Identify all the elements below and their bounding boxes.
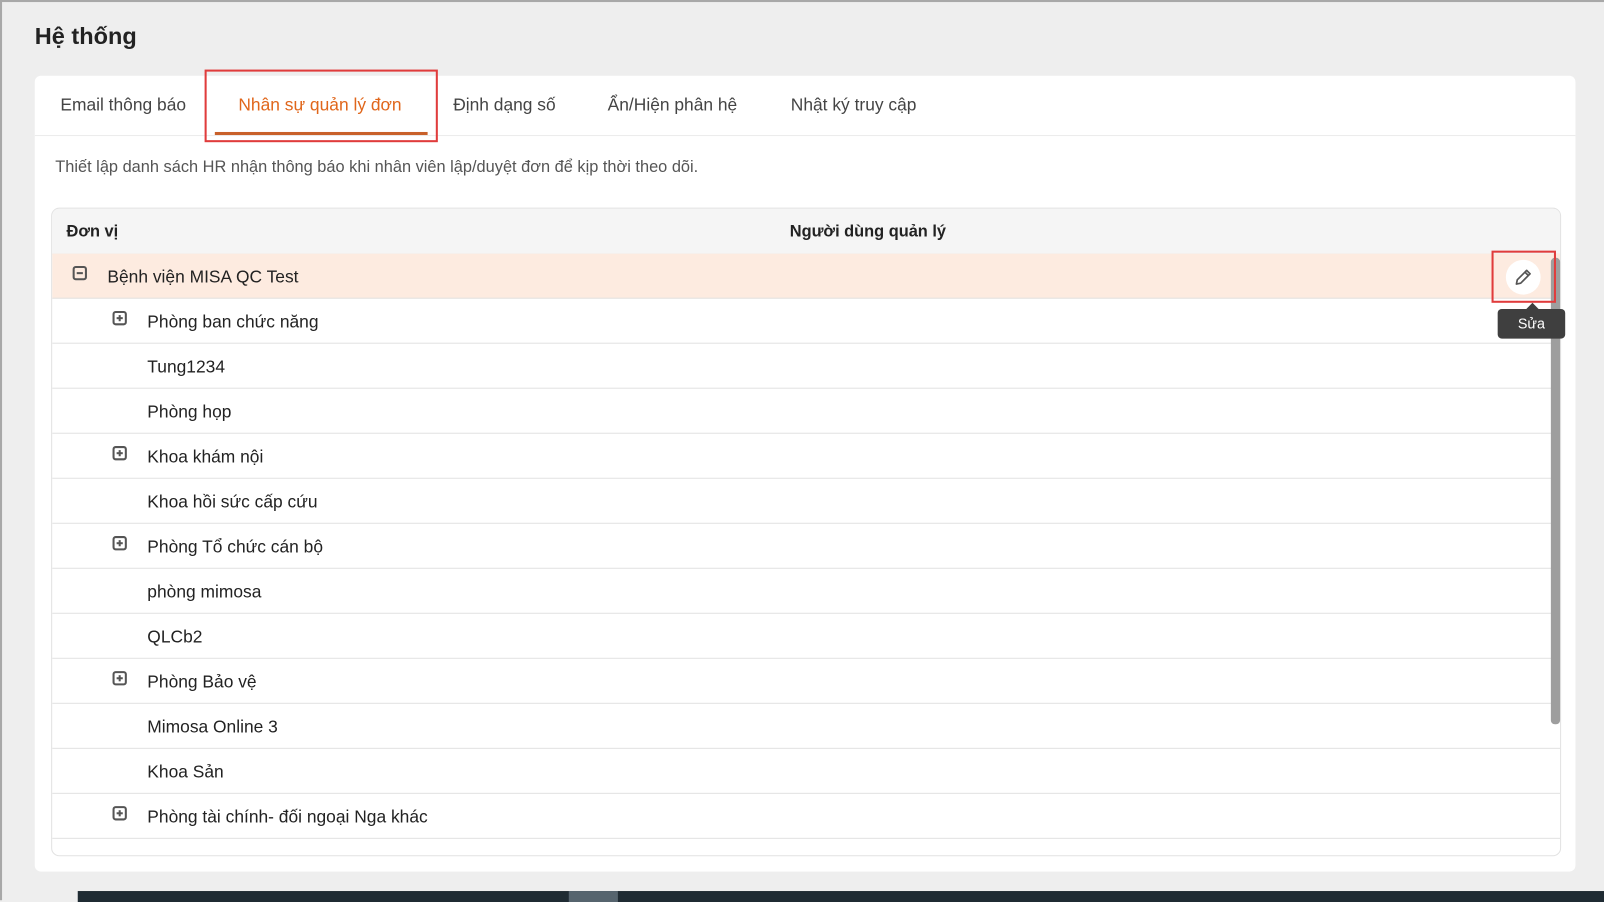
expand-icon[interactable] [112,806,127,821]
unit-name: phòng mimosa [147,582,262,602]
edit-highlight-box [1491,250,1556,303]
unit-name: Phòng Bảo vệ [147,672,257,692]
unit-name: Phòng tài chính- đối ngoại Nga khác [147,807,428,827]
table-row[interactable]: Tung1234 [52,344,1561,389]
table-row[interactable]: QLCb2 [52,614,1561,659]
unit-name: Phòng họp [147,402,232,422]
taskbar-item[interactable] [568,891,618,902]
unit-name: Mimosa Online 3 [147,717,278,737]
unit-table: Đơn vị Người dùng quản lý Bệnh viện MISA… [51,207,1562,857]
table-row[interactable]: Phòng ban chức năng [52,299,1561,344]
unit-name: Khoa Sản [147,762,224,782]
table-row[interactable]: Bệnh viện MISA QC Test [52,253,1561,299]
expand-icon[interactable] [112,671,127,686]
table-row[interactable]: Phòng tài chính- đối ngoại Nga khác [52,794,1561,839]
tab-access-log[interactable]: Nhật ký truy cập [791,95,917,115]
table-row[interactable]: Phòng Tổ chức cán bộ [52,524,1561,569]
expand-icon[interactable] [112,536,127,551]
tab-highlight-box [204,69,438,143]
unit-name: Bệnh viện MISA QC Test [107,267,299,287]
taskbar [77,891,1604,902]
unit-name: Tung1234 [147,357,225,377]
unit-name: Khoa hồi sức cấp cứu [147,492,318,512]
page-title: Hệ thống [34,22,137,50]
tab-show-hide-modules[interactable]: Ẩn/Hiện phân hệ [608,95,738,115]
unit-name: QLCb2 [147,627,203,647]
table-row[interactable]: Khoa Sản [52,749,1561,794]
settings-card: Email thông báo Nhân sự quản lý đơn Định… [34,75,1576,872]
unit-name: Phòng ban chức năng [147,312,319,332]
edit-tooltip: Sửa [1497,302,1566,339]
column-unit: Đơn vị [66,223,119,241]
table-row[interactable]: Phòng Bảo vệ [52,659,1561,704]
system-settings-page: Hệ thống Email thông báo Nhân sự quản lý… [0,0,1604,902]
expand-icon[interactable] [112,446,127,461]
collapse-icon[interactable] [72,265,87,281]
tab-email-notification[interactable]: Email thông báo [60,95,186,115]
table-header: Đơn vị Người dùng quản lý [52,208,1561,255]
table-row[interactable]: Khoa hồi sức cấp cứu [52,479,1561,524]
table-row[interactable]: Phòng họp [52,389,1561,434]
expand-icon[interactable] [112,310,127,326]
tab-number-format[interactable]: Định dạng số [453,95,555,115]
table-row[interactable]: phòng mimosa [52,569,1561,614]
table-row[interactable]: Mimosa Online 3 [52,704,1561,749]
unit-name: Khoa khám nội [147,447,264,467]
column-managers: Người dùng quản lý [789,223,947,241]
unit-name: Phòng Tổ chức cán bộ [147,537,324,557]
table-row[interactable]: Khoa khám nội [52,434,1561,479]
description: Thiết lập danh sách HR nhận thông báo kh… [55,158,699,176]
